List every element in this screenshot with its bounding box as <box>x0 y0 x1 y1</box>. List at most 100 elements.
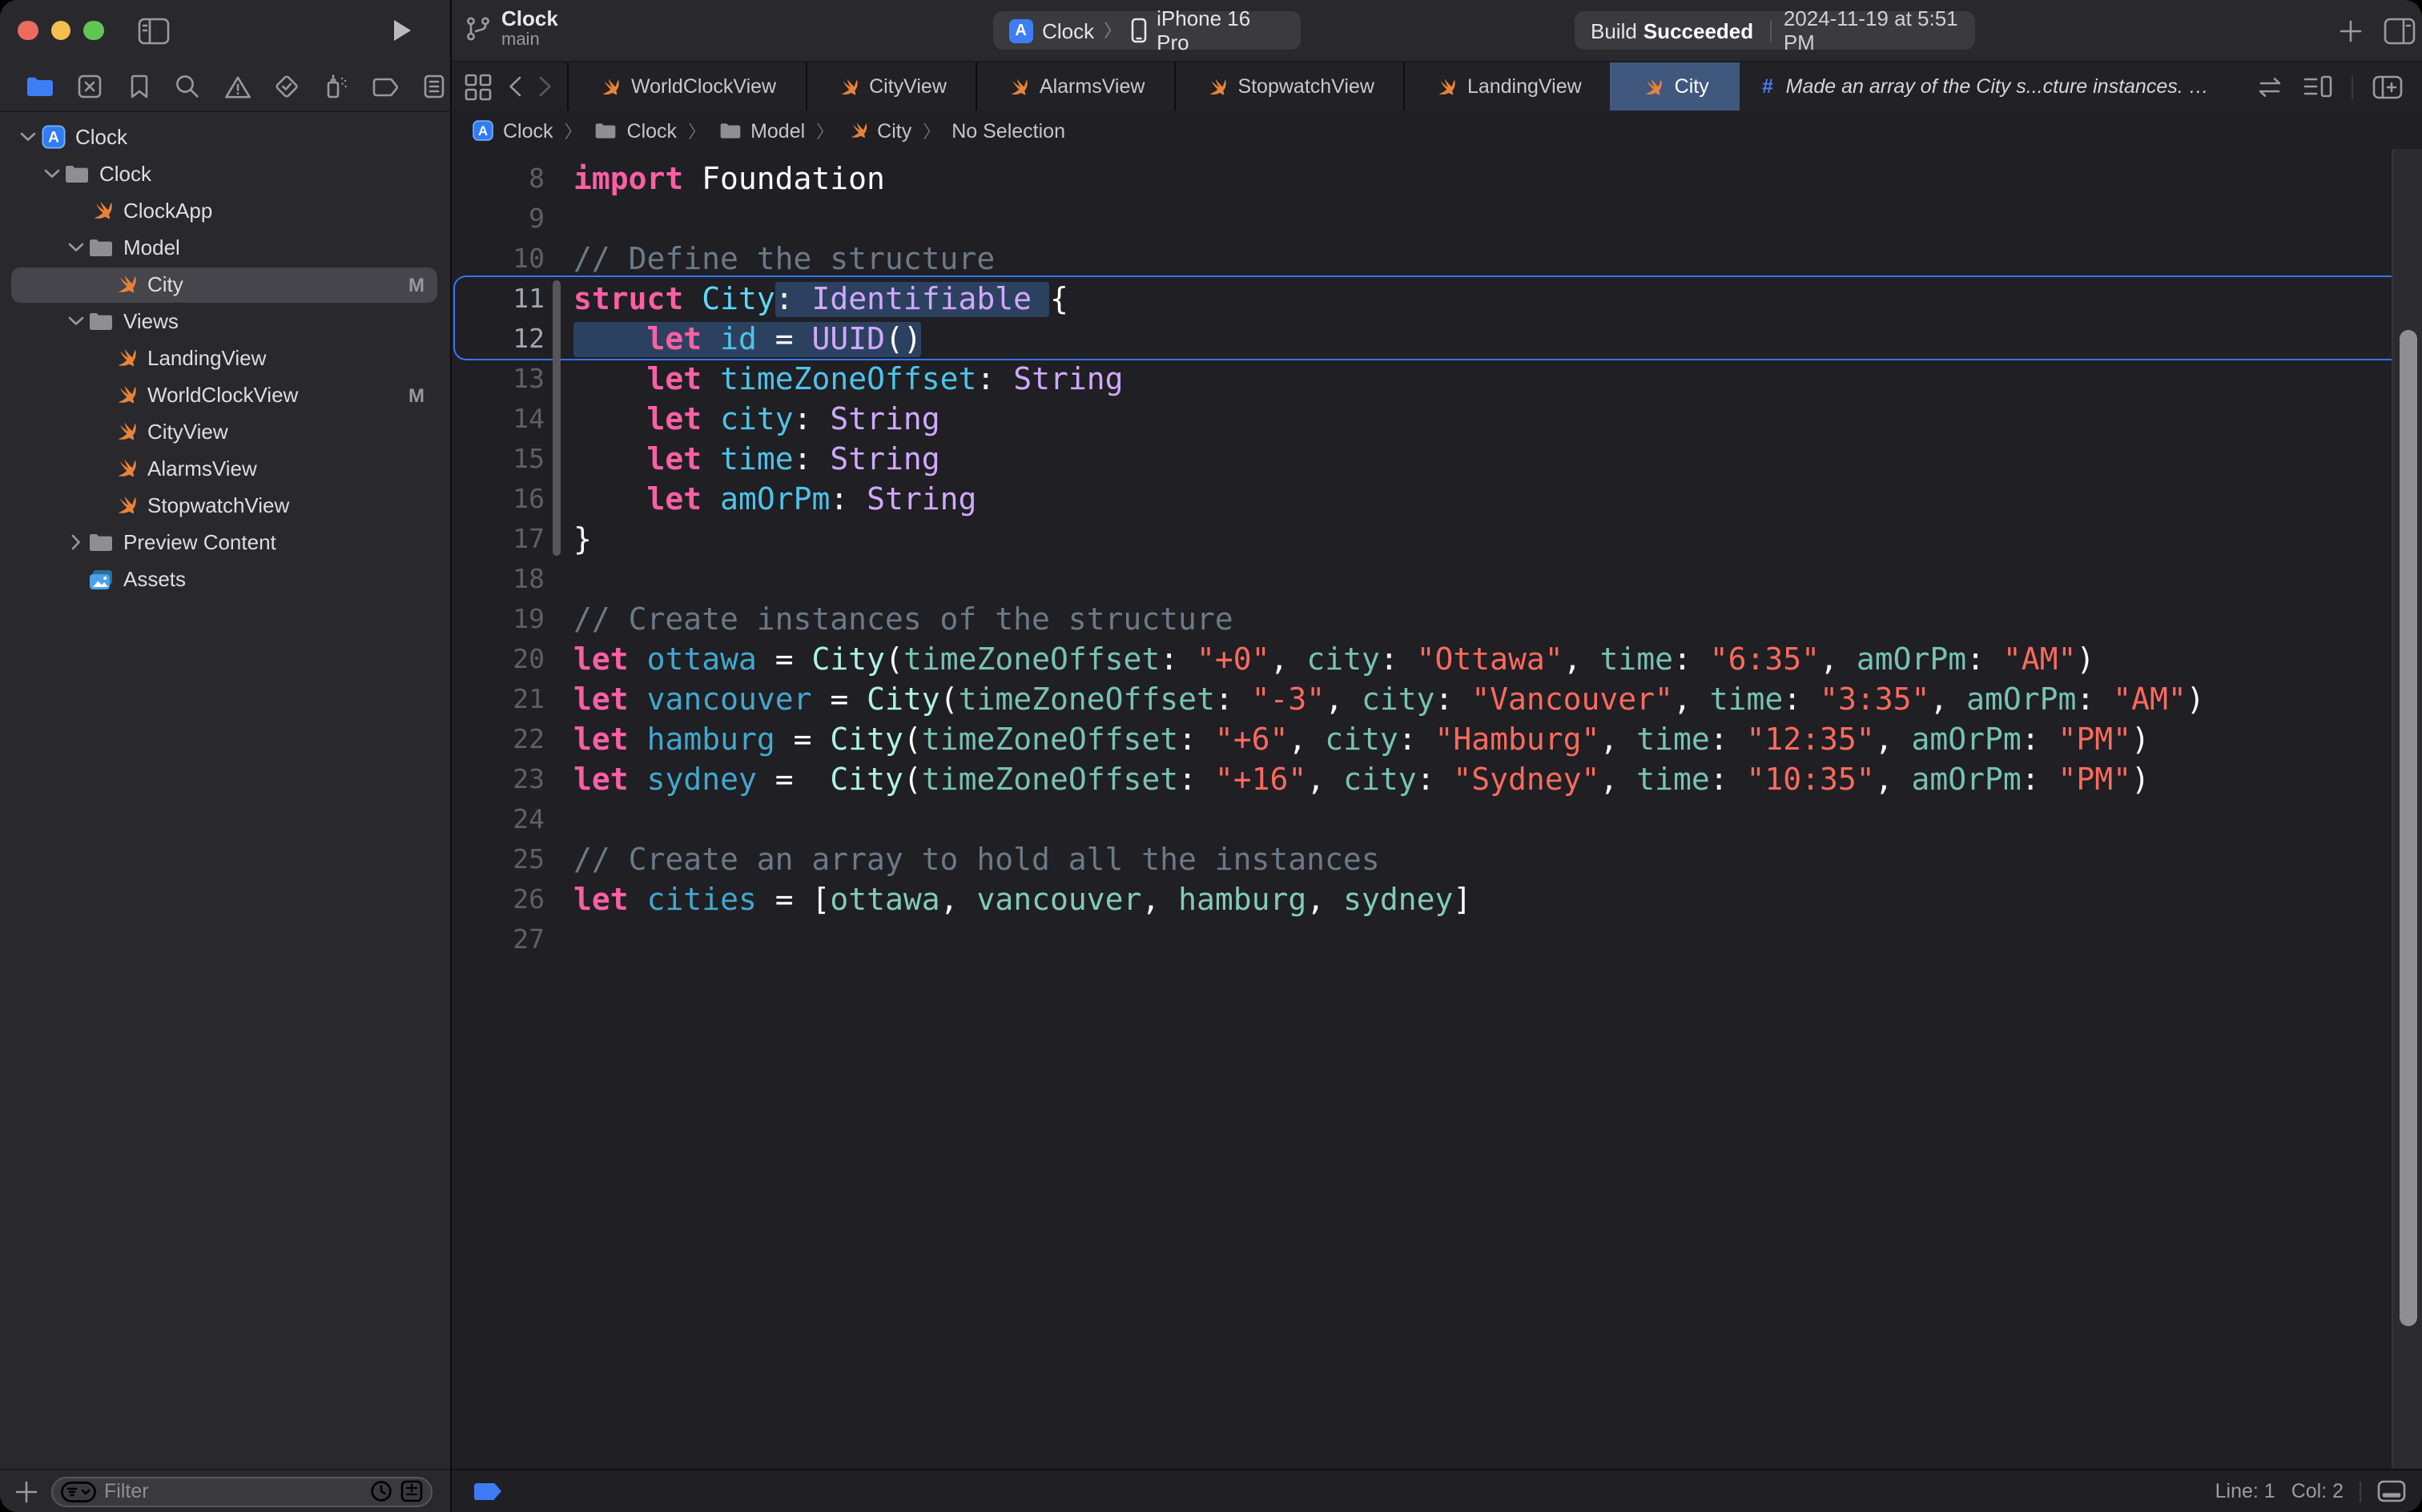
project-navigator-icon[interactable] <box>22 69 58 104</box>
sidebar-item-cityview[interactable]: CityView <box>0 413 450 450</box>
minimize-button[interactable] <box>50 20 70 40</box>
sidebar-item-worldclockview[interactable]: WorldClockViewM <box>0 376 450 413</box>
toggle-navigator-icon[interactable] <box>138 16 170 45</box>
reports-navigator-icon[interactable] <box>416 69 452 104</box>
minimap-icon[interactable] <box>2303 75 2332 98</box>
code-line-23[interactable]: 23let sydney = City(timeZoneOffset: "+16… <box>452 759 2393 799</box>
code-line-27[interactable]: 27 <box>452 919 2393 959</box>
breadcrumb-item[interactable]: Clock <box>593 119 678 142</box>
sidebar-item-clock[interactable]: AClock <box>0 119 450 155</box>
debug-navigator-icon[interactable] <box>318 69 353 104</box>
sidebar-item-label: WorldClockView <box>147 383 298 407</box>
breakpoints-navigator-icon[interactable] <box>368 69 403 104</box>
sidebar-item-city[interactable]: CityM <box>0 266 450 303</box>
run-destination-picker[interactable]: A Clock 〉 iPhone 16 Pro <box>993 11 1301 50</box>
code-line-12[interactable]: 12 let id = UUID() <box>452 319 2393 359</box>
tab-landingview[interactable]: LandingView <box>1403 62 1612 111</box>
code-line-24[interactable]: 24 <box>452 799 2393 839</box>
editor-bottom-bar: Line: 1 Col: 2 <box>452 1469 2422 1512</box>
filter-flags-icon[interactable] <box>400 1480 423 1502</box>
svg-text:A: A <box>478 123 488 139</box>
toggle-bottom-bar-icon[interactable] <box>2377 1480 2406 1502</box>
tab-label: StopwatchView <box>1237 75 1374 98</box>
tab-worldclockview[interactable]: WorldClockView <box>567 62 807 111</box>
code-text: struct City: Identifiable { <box>573 281 1068 316</box>
sidebar-item-clockapp[interactable]: ClockApp <box>0 192 450 229</box>
chevron-down-icon[interactable] <box>64 316 86 327</box>
issues-navigator-icon[interactable] <box>219 69 255 104</box>
line-number: 14 <box>452 404 573 434</box>
forward-icon[interactable] <box>538 75 553 98</box>
sidebar-item-preview-content[interactable]: Preview Content <box>0 524 450 561</box>
tab-stopwatchview[interactable]: StopwatchView <box>1173 62 1405 111</box>
device-name[interactable]: iPhone 16 Pro <box>1157 6 1285 54</box>
code-line-20[interactable]: 20let ottawa = City(timeZoneOffset: "+0"… <box>452 639 2393 679</box>
code-line-18[interactable]: 18 <box>452 559 2393 599</box>
toggle-inspector-icon[interactable] <box>2384 16 2416 45</box>
code-line-22[interactable]: 22let hamburg = City(timeZoneOffset: "+6… <box>452 719 2393 759</box>
sidebar-item-assets[interactable]: Assets <box>0 561 450 597</box>
code-line-8[interactable]: 8import Foundation <box>452 159 2393 199</box>
breadcrumb-item[interactable]: No Selection <box>952 119 1065 142</box>
bookmarks-navigator-icon[interactable] <box>121 69 156 104</box>
code-line-13[interactable]: 13 let timeZoneOffset: String <box>452 359 2393 399</box>
split-editor-icon[interactable] <box>2372 74 2403 99</box>
source-control-navigator-icon[interactable] <box>72 69 107 104</box>
sidebar-item-clock[interactable]: Clock <box>0 155 450 192</box>
breadcrumb-item[interactable]: Model <box>717 119 805 142</box>
breadcrumb-label: Model <box>750 119 805 142</box>
tab-cityview[interactable]: CityView <box>805 62 977 111</box>
add-file-icon[interactable] <box>14 1479 38 1503</box>
sidebar-item-stopwatchview[interactable]: StopwatchView <box>0 487 450 524</box>
code-line-11[interactable]: 11struct City: Identifiable { <box>452 279 2393 319</box>
scheme-name[interactable]: Clock <box>1042 18 1094 42</box>
xcode-window: Clock main A Clock 〉 iPhone 16 Pro Build… <box>0 0 2422 1512</box>
code-line-9[interactable]: 9 <box>452 199 2393 239</box>
tests-navigator-icon[interactable] <box>269 69 304 104</box>
code-line-15[interactable]: 15 let time: String <box>452 439 2393 479</box>
sidebar-item-alarmsview[interactable]: AlarmsView <box>0 450 450 487</box>
sidebar-item-label: City <box>147 272 183 296</box>
code-review-ribbon[interactable]: # Made an array of the City s...cture in… <box>1740 62 2236 111</box>
code-line-14[interactable]: 14 let city: String <box>452 399 2393 439</box>
code-text: // Create an array to hold all the insta… <box>573 842 1380 877</box>
code-line-17[interactable]: 17} <box>452 519 2393 559</box>
code-line-19[interactable]: 19// Create instances of the structure <box>452 599 2393 639</box>
chevron-down-icon[interactable] <box>40 168 62 179</box>
tab-overview-icon[interactable] <box>465 73 492 100</box>
sidebar-item-views[interactable]: Views <box>0 303 450 340</box>
code-line-25[interactable]: 25// Create an array to hold all the ins… <box>452 839 2393 879</box>
recent-files-icon[interactable] <box>370 1480 392 1502</box>
breakpoint-indicator[interactable] <box>474 1482 501 1500</box>
source-editor[interactable]: 8import Foundation910// Define the struc… <box>452 149 2393 1470</box>
folder-icon <box>86 532 115 553</box>
filter-field[interactable]: Filter <box>51 1476 432 1506</box>
code-line-10[interactable]: 10// Define the structure <box>452 239 2393 279</box>
close-button[interactable] <box>18 20 38 40</box>
zoom-button[interactable] <box>83 20 103 40</box>
sidebar-item-model[interactable]: Model <box>0 229 450 266</box>
assets-icon <box>86 568 115 590</box>
run-button[interactable] <box>389 16 415 45</box>
breadcrumb-label: Clock <box>627 119 678 142</box>
breadcrumb-item[interactable]: AClock <box>471 119 553 143</box>
back-icon[interactable] <box>508 75 522 98</box>
code-line-21[interactable]: 21let vancouver = City(timeZoneOffset: "… <box>452 679 2393 719</box>
breadcrumb-item[interactable]: City <box>845 119 911 143</box>
tab-city[interactable]: City <box>1611 62 1740 111</box>
chevron-down-icon[interactable] <box>64 242 86 253</box>
scrollbar-thumb[interactable] <box>2399 330 2416 1326</box>
tab-alarmsview[interactable]: AlarmsView <box>976 62 1176 111</box>
sidebar-item-landingview[interactable]: LandingView <box>0 340 450 376</box>
scrollbar-track[interactable] <box>2392 149 2422 1470</box>
activity-view[interactable]: Build Succeeded 2024-11-19 at 5:51 PM <box>1575 11 1975 50</box>
code-line-26[interactable]: 26let cities = [ottawa, vancouver, hambu… <box>452 879 2393 919</box>
chevron-down-icon[interactable] <box>16 131 38 143</box>
swift-file-icon <box>598 75 621 98</box>
add-editor-icon[interactable] <box>2336 16 2364 45</box>
chevron-right-icon[interactable] <box>64 533 86 551</box>
find-navigator-icon[interactable] <box>171 69 206 104</box>
code-line-16[interactable]: 16 let amOrPm: String <box>452 479 2393 519</box>
swap-editors-icon[interactable] <box>2255 76 2284 97</box>
line-number: 26 <box>452 884 573 915</box>
